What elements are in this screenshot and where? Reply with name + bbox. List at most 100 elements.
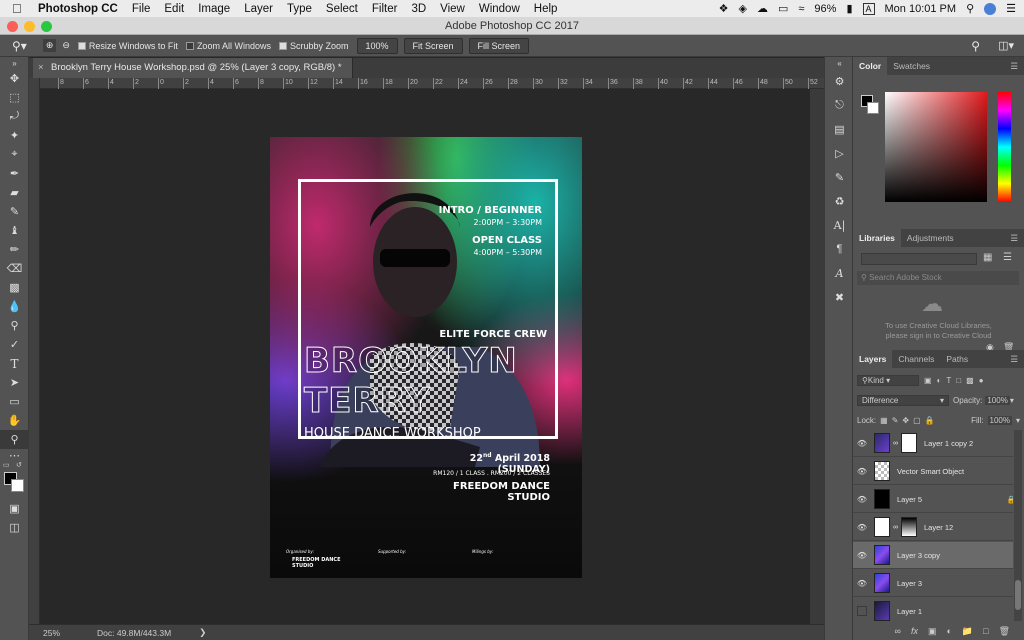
- menu-window[interactable]: Window: [479, 3, 520, 15]
- adjustments-icon[interactable]: ⚙: [825, 69, 854, 93]
- tab-paths[interactable]: Paths: [940, 350, 974, 368]
- battery-icon[interactable]: ▮: [846, 2, 852, 15]
- tab-color[interactable]: Color: [853, 57, 888, 75]
- panel-collapse-icon[interactable]: »: [0, 57, 29, 69]
- menu-image[interactable]: Image: [198, 3, 230, 15]
- panel-menu-icon[interactable]: ☰: [1004, 57, 1024, 75]
- vertical-ruler[interactable]: [29, 78, 40, 624]
- layer-name[interactable]: Layer 1 copy 2: [924, 439, 973, 448]
- blend-mode-dropdown[interactable]: Difference ▾: [857, 394, 949, 406]
- more-tools-icon[interactable]: ⋯: [0, 449, 29, 462]
- screen-mode-icon[interactable]: ◫: [0, 518, 29, 537]
- layer-name[interactable]: Layer 1: [897, 607, 922, 616]
- visibility-eye-icon[interactable]: 👁: [853, 439, 871, 448]
- status-menu-icon[interactable]: ❯: [199, 627, 206, 638]
- menu-3d[interactable]: 3D: [411, 3, 426, 15]
- tab-adjustments[interactable]: Adjustments: [901, 229, 960, 247]
- menu-app-name[interactable]: Photoshop CC: [38, 3, 118, 15]
- layer-row-layer-1[interactable]: Layer 1: [853, 598, 1013, 621]
- delete-layer-icon[interactable]: 🗑: [999, 626, 1010, 637]
- layers-scrollbar[interactable]: [1014, 430, 1022, 621]
- scrubby-zoom-checkbox[interactable]: Scrubby Zoom: [278, 41, 349, 51]
- visibility-eye-off-icon[interactable]: [857, 606, 867, 616]
- new-adjustment-layer-icon[interactable]: ◐: [946, 626, 951, 636]
- zoom-level[interactable]: 25%: [43, 628, 97, 638]
- layer-name[interactable]: Layer 12: [924, 523, 953, 532]
- grid-view-icon[interactable]: ▦: [983, 252, 992, 263]
- lock-all-icon[interactable]: 🔒: [925, 416, 935, 425]
- healing-brush-tool-icon[interactable]: ▰: [0, 183, 29, 202]
- scrollbar-thumb[interactable]: [1015, 580, 1021, 610]
- layer-row-layer-3[interactable]: 👁 Layer 3: [853, 570, 1013, 597]
- quick-mask-icon[interactable]: ▣: [0, 499, 29, 518]
- stock-search-field[interactable]: ⚲ Search Adobe Stock: [857, 271, 1019, 285]
- workspace-switcher-icon[interactable]: ◫▾: [998, 39, 1014, 52]
- spotlight-search-icon[interactable]: ⚲: [966, 2, 974, 15]
- tab-layers[interactable]: Layers: [853, 350, 893, 368]
- gradient-tool-icon[interactable]: ▩: [0, 278, 29, 297]
- menu-edit[interactable]: Edit: [164, 3, 184, 15]
- clone-stamp-tool-icon[interactable]: ♝: [0, 221, 29, 240]
- magic-wand-tool-icon[interactable]: ✦: [0, 126, 29, 145]
- type-tool-icon[interactable]: T: [0, 354, 29, 373]
- library-dropdown[interactable]: [861, 253, 977, 265]
- panel-expand-icon[interactable]: «: [825, 57, 854, 69]
- layer-name[interactable]: Layer 3: [897, 579, 922, 588]
- zoom-tool-icon[interactable]: ⚲: [0, 430, 29, 449]
- menu-help[interactable]: Help: [534, 3, 558, 15]
- hand-tool-icon[interactable]: ✋: [0, 411, 29, 430]
- glyphs-icon[interactable]: A: [825, 261, 854, 285]
- search-icon[interactable]: ⚲: [971, 39, 980, 53]
- opacity-field[interactable]: 100%: [985, 395, 1010, 405]
- layer-row-layer-12[interactable]: 👁 ∞ Layer 12: [853, 514, 1013, 541]
- filter-toggle-icon[interactable]: ●: [979, 376, 984, 385]
- marquee-tool-icon[interactable]: ⬚: [0, 88, 29, 107]
- history-brush-tool-icon[interactable]: ✏: [0, 240, 29, 259]
- crop-tool-icon[interactable]: ⌖: [0, 145, 29, 164]
- document-canvas[interactable]: INTRO / BEGINNER 2:00PM – 3:30PM OPEN CL…: [270, 137, 582, 578]
- panel-menu-icon[interactable]: ☰: [1004, 350, 1024, 368]
- menu-select[interactable]: Select: [326, 3, 358, 15]
- fill-dropdown-icon[interactable]: ▾: [1016, 416, 1020, 425]
- close-window-button[interactable]: [7, 21, 18, 32]
- layer-filter-dropdown[interactable]: ⚲Kind ▾: [857, 374, 919, 386]
- visibility-eye-icon[interactable]: 👁: [853, 495, 871, 504]
- panel-menu-icon[interactable]: ☰: [1004, 229, 1024, 247]
- wifi-icon[interactable]: ≈: [798, 3, 804, 15]
- color-picker-field[interactable]: [885, 92, 987, 202]
- add-mask-icon[interactable]: ▣: [928, 626, 937, 637]
- lock-image-icon[interactable]: ✎: [892, 416, 899, 425]
- history-icon[interactable]: ⎋: [825, 93, 854, 117]
- filter-type-icon[interactable]: T: [946, 376, 951, 385]
- notification-center-icon[interactable]: ☰: [1006, 2, 1016, 15]
- apple-menu-icon[interactable]: : [12, 1, 26, 16]
- close-tab-icon[interactable]: ×: [38, 58, 44, 78]
- menu-type[interactable]: Type: [287, 3, 312, 15]
- filter-adjustment-icon[interactable]: ◐: [937, 376, 942, 385]
- tab-channels[interactable]: Channels: [892, 350, 940, 368]
- layer-name[interactable]: Vector Smart Object: [897, 467, 964, 476]
- fill-field[interactable]: 100%: [987, 415, 1012, 425]
- actions-icon[interactable]: ▷: [825, 141, 854, 165]
- character-icon[interactable]: A|: [825, 213, 854, 237]
- menu-file[interactable]: File: [132, 3, 151, 15]
- visibility-eye-icon[interactable]: 👁: [853, 523, 871, 532]
- pen-tool-icon[interactable]: ✓: [0, 335, 29, 354]
- zoom-in-icon[interactable]: ⊕: [42, 39, 57, 52]
- eraser-tool-icon[interactable]: ⌫: [0, 259, 29, 278]
- dropbox-icon[interactable]: ❖: [719, 2, 729, 15]
- new-layer-icon[interactable]: □: [983, 626, 988, 636]
- layer-style-icon[interactable]: fx: [911, 626, 918, 636]
- filter-shape-icon[interactable]: □: [956, 376, 961, 385]
- new-group-icon[interactable]: 📁: [962, 626, 973, 637]
- zoom-tool-preset-icon[interactable]: ⚲▾: [12, 39, 27, 53]
- brush-tool-icon[interactable]: ✎: [0, 202, 29, 221]
- tab-swatches[interactable]: Swatches: [887, 57, 936, 75]
- swap-colors-icon[interactable]: ↺: [16, 461, 22, 469]
- minimize-window-button[interactable]: [24, 21, 35, 32]
- list-view-icon[interactable]: ☰: [1003, 252, 1012, 263]
- filter-pixel-icon[interactable]: ▣: [924, 376, 932, 385]
- clock[interactable]: Mon 10:01 PM: [885, 3, 957, 15]
- lock-position-icon[interactable]: ✥: [902, 416, 909, 425]
- eyedropper-tool-icon[interactable]: ✒: [0, 164, 29, 183]
